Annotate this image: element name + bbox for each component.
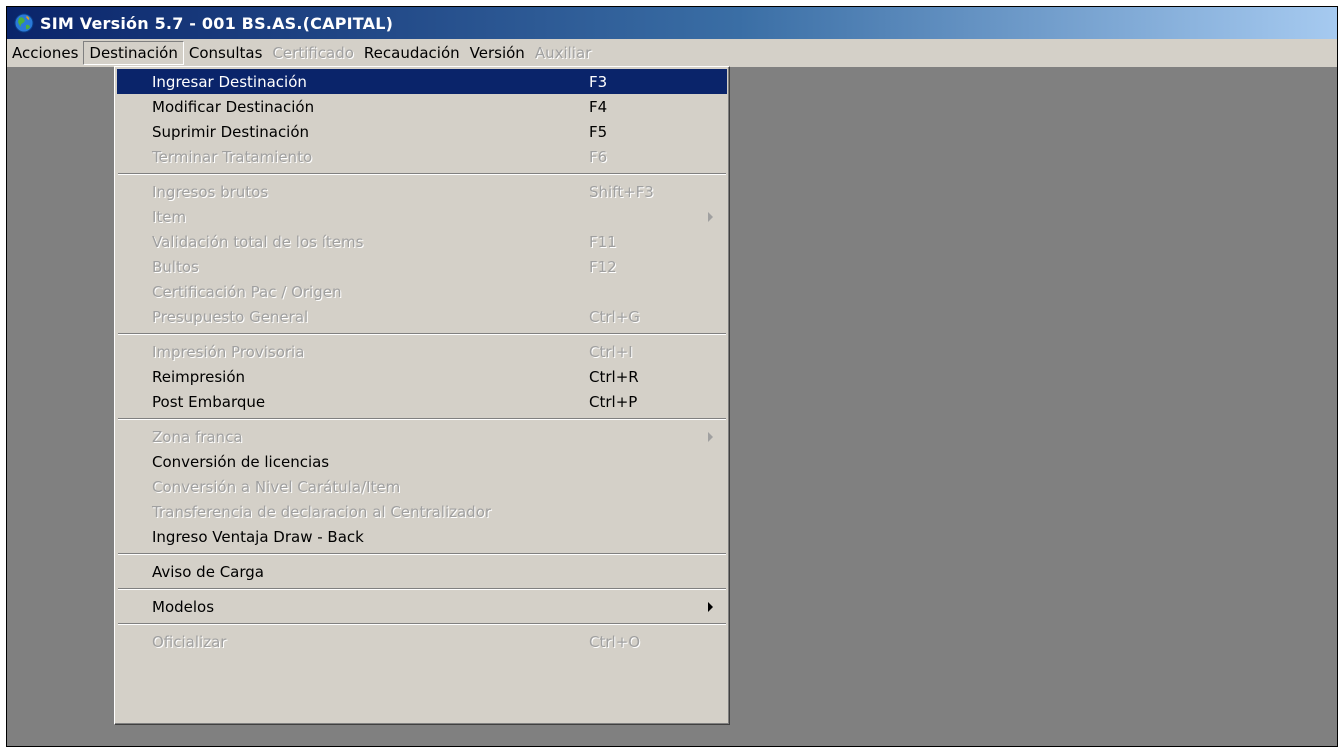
menu-item-label: Impresión Provisoria [152,342,305,361]
menu-item-shortcut: F6 [589,147,608,166]
menu-item-impresion-provisoria[interactable]: Impresión Provisoria Ctrl+I [117,339,727,364]
menu-recaudacion[interactable]: Recaudación [359,41,465,65]
menu-item-zona-franca[interactable]: Zona franca [117,424,727,449]
menu-item-shortcut: Ctrl+P [589,392,638,411]
menu-item-shortcut: F3 [589,72,608,91]
menu-item-label: Post Embarque [152,392,266,411]
menu-item-label: Modelos [152,597,215,616]
menu-item-label: Terminar Tratamiento [152,147,313,166]
menu-item-label: Bultos [152,257,199,276]
menu-item-label: Validación total de los ítems [152,232,364,251]
submenu-arrow-icon [708,212,713,222]
menu-destinacion[interactable]: Destinación [83,41,184,65]
menu-item-post-embarque[interactable]: Post Embarque Ctrl+P [117,389,727,414]
menu-item-label: Ingresos brutos [152,182,269,201]
menu-item-bultos[interactable]: Bultos F12 [117,254,727,279]
menu-separator [118,169,726,179]
menu-separator [118,584,726,594]
menu-item-conversion-licencias[interactable]: Conversión de licencias [117,449,727,474]
menu-item-certificacion-pac-origen[interactable]: Certificación Pac / Origen [117,279,727,304]
globe-icon[interactable] [11,10,37,36]
menu-item-label: Modificar Destinación [152,97,315,116]
menu-item-shortcut: F5 [589,122,608,141]
menu-item-shortcut: Ctrl+R [589,367,639,386]
menu-item-label: Conversión a Nivel Carátula/Item [152,477,401,496]
menu-item-transferencia-declaracion[interactable]: Transferencia de declaracion al Centrali… [117,499,727,524]
menu-item-reimpresion[interactable]: Reimpresión Ctrl+R [117,364,727,389]
menu-item-shortcut: Ctrl+G [589,307,640,326]
title-bar[interactable]: SIM Versión 5.7 - 001 BS.AS.(CAPITAL) [7,7,1337,39]
menu-item-oficializar[interactable]: Oficializar Ctrl+O [117,629,727,654]
menu-item-label: Suprimir Destinación [152,122,310,141]
menu-item-label: Reimpresión [152,367,246,386]
menu-item-label: Certificación Pac / Origen [152,282,342,301]
menu-item-presupuesto-general[interactable]: Presupuesto General Ctrl+G [117,304,727,329]
menu-separator [118,414,726,424]
menu-item-label: Transferencia de declaracion al Centrali… [152,502,492,521]
menu-item-shortcut: Ctrl+I [589,342,633,361]
menu-item-modelos[interactable]: Modelos [117,594,727,619]
menu-item-ingresar-destinacion[interactable]: Ingresar Destinación F3 [117,69,727,94]
menu-item-aviso-de-carga[interactable]: Aviso de Carga [117,559,727,584]
menu-auxiliar[interactable]: Auxiliar [530,41,597,65]
menu-item-shortcut: Shift+F3 [589,182,654,201]
menu-item-label: Ingresar Destinación [152,72,307,91]
menu-bar: Acciones Destinación Consultas Certifica… [7,39,1337,68]
menu-item-item[interactable]: Item [117,204,727,229]
menu-item-label: Ingreso Ventaja Draw - Back [152,527,364,546]
menu-item-shortcut: F12 [589,257,617,276]
submenu-arrow-icon [708,432,713,442]
menu-item-shortcut: F4 [589,97,608,116]
menu-item-label: Zona franca [152,427,243,446]
menu-item-suprimir-destinacion[interactable]: Suprimir Destinación F5 [117,119,727,144]
menu-item-label: Presupuesto General [152,307,309,326]
menu-item-conversion-nivel-caratula[interactable]: Conversión a Nivel Carátula/Item [117,474,727,499]
menu-item-validacion-total[interactable]: Validación total de los ítems F11 [117,229,727,254]
menu-item-terminar-tratamiento[interactable]: Terminar Tratamiento F6 [117,144,727,169]
menu-item-shortcut: Ctrl+O [589,632,641,651]
destinacion-dropdown: Ingresar Destinación F3 Modificar Destin… [114,66,730,725]
submenu-arrow-icon [708,602,713,612]
menu-item-ingreso-ventaja-draw-back[interactable]: Ingreso Ventaja Draw - Back [117,524,727,549]
menu-consultas[interactable]: Consultas [184,41,268,65]
menu-separator [118,549,726,559]
menu-item-shortcut: F11 [589,232,617,251]
menu-version[interactable]: Versión [465,41,530,65]
menu-item-ingresos-brutos[interactable]: Ingresos brutos Shift+F3 [117,179,727,204]
menu-separator [118,619,726,629]
menu-certificado[interactable]: Certificado [267,41,359,65]
menu-separator [118,329,726,339]
menu-item-label: Item [152,207,187,226]
window-title: SIM Versión 5.7 - 001 BS.AS.(CAPITAL) [40,13,394,33]
menu-item-modificar-destinacion[interactable]: Modificar Destinación F4 [117,94,727,119]
menu-item-label: Oficializar [152,632,227,651]
menu-item-label: Conversión de licencias [152,452,330,471]
menu-item-label: Aviso de Carga [152,562,264,581]
menu-acciones[interactable]: Acciones [7,41,83,65]
